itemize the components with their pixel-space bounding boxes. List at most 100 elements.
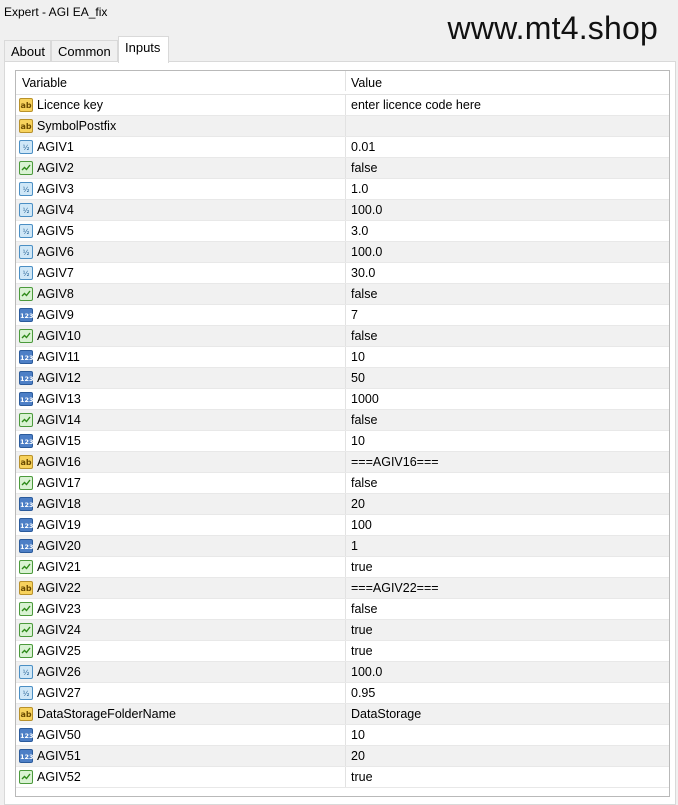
inputs-panel: Variable Value ab Licence key enter licenc… [4, 61, 676, 805]
table-row[interactable]: 123 AGIV13 1000 [16, 389, 669, 410]
variable-value-cell[interactable]: ===AGIV22=== [345, 578, 669, 598]
double-type-icon: ½ [19, 665, 33, 679]
variable-value-cell[interactable]: true [345, 620, 669, 640]
column-header-variable[interactable]: Variable [22, 71, 340, 91]
string-type-icon: ab [19, 707, 33, 721]
table-row[interactable]: ½ AGIV7 30.0 [16, 263, 669, 284]
table-row[interactable]: 123 AGIV15 10 [16, 431, 669, 452]
variable-name-cell: AGIV14 [37, 413, 81, 427]
variable-value-cell[interactable]: 100.0 [345, 662, 669, 682]
table-row[interactable]: AGIV24 true [16, 620, 669, 641]
variable-name-cell: AGIV21 [37, 560, 81, 574]
variable-value-cell[interactable]: 3.0 [345, 221, 669, 241]
variable-value-cell[interactable]: 100.0 [345, 242, 669, 262]
variable-value-cell[interactable]: false [345, 326, 669, 346]
variable-value-cell[interactable]: 7 [345, 305, 669, 325]
integer-type-icon: 123 [19, 728, 34, 742]
table-row[interactable]: ½ AGIV26 100.0 [16, 662, 669, 683]
variable-value-cell[interactable]: true [345, 767, 669, 787]
bool-type-icon [19, 329, 33, 343]
variable-name-cell: DataStorageFolderName [37, 707, 176, 721]
variable-value-cell[interactable]: 1000 [345, 389, 669, 409]
column-header-value[interactable]: Value [345, 71, 669, 91]
integer-type-icon: 123 [19, 518, 34, 532]
table-row[interactable]: ab AGIV22 ===AGIV22=== [16, 578, 669, 599]
table-row[interactable]: AGIV10 false [16, 326, 669, 347]
table-row[interactable]: 123 AGIV9 7 [16, 305, 669, 326]
variable-value-cell[interactable]: 10 [345, 431, 669, 451]
variable-value-cell[interactable]: 10 [345, 725, 669, 745]
variable-value-cell[interactable]: 20 [345, 494, 669, 514]
table-row[interactable]: 123 AGIV19 100 [16, 515, 669, 536]
variable-value-cell[interactable]: enter licence code here [345, 95, 669, 115]
variable-value-cell[interactable]: false [345, 473, 669, 493]
table-row[interactable]: ½ AGIV6 100.0 [16, 242, 669, 263]
variable-name-cell: AGIV26 [37, 665, 81, 679]
table-row[interactable]: ½ AGIV27 0.95 [16, 683, 669, 704]
tab-common[interactable]: Common [51, 40, 118, 62]
table-row[interactable]: AGIV14 false [16, 410, 669, 431]
variable-value-cell[interactable]: 20 [345, 746, 669, 766]
variable-value-cell[interactable]: false [345, 158, 669, 178]
variable-value-cell[interactable]: false [345, 410, 669, 430]
table-row[interactable]: ab SymbolPostfix [16, 116, 669, 137]
variable-value-cell[interactable]: false [345, 599, 669, 619]
table-row[interactable]: 123 AGIV11 10 [16, 347, 669, 368]
variable-name-cell: AGIV2 [37, 161, 74, 175]
variable-value-cell[interactable] [345, 116, 669, 136]
variable-name-cell: AGIV50 [37, 728, 81, 742]
table-row[interactable]: AGIV25 true [16, 641, 669, 662]
table-row[interactable]: 123 AGIV20 1 [16, 536, 669, 557]
double-type-icon: ½ [19, 686, 33, 700]
variable-value-cell[interactable]: true [345, 641, 669, 661]
variable-name-cell: AGIV24 [37, 623, 81, 637]
tab-inputs[interactable]: Inputs [118, 36, 169, 63]
table-row[interactable]: AGIV23 false [16, 599, 669, 620]
variable-value-cell[interactable]: ===AGIV16=== [345, 452, 669, 472]
variable-value-cell[interactable]: 50 [345, 368, 669, 388]
table-row[interactable]: 123 AGIV50 10 [16, 725, 669, 746]
table-row[interactable]: 123 AGIV18 20 [16, 494, 669, 515]
variable-name-cell: AGIV7 [37, 266, 74, 280]
variable-value-cell[interactable]: 100.0 [345, 200, 669, 220]
table-row[interactable]: ab AGIV16 ===AGIV16=== [16, 452, 669, 473]
variable-name-cell: AGIV9 [37, 308, 74, 322]
variable-name-cell: AGIV13 [37, 392, 81, 406]
tab-about[interactable]: About [4, 40, 51, 62]
table-row[interactable]: AGIV17 false [16, 473, 669, 494]
table-row[interactable]: ½ AGIV3 1.0 [16, 179, 669, 200]
table-header: Variable Value [16, 71, 669, 95]
table-row[interactable]: AGIV52 true [16, 767, 669, 788]
integer-type-icon: 123 [19, 350, 34, 364]
table-row[interactable]: 123 AGIV12 50 [16, 368, 669, 389]
variable-value-cell[interactable]: 1 [345, 536, 669, 556]
variable-name-cell: AGIV22 [37, 581, 81, 595]
string-type-icon: ab [19, 581, 33, 595]
table-row[interactable]: ½ AGIV5 3.0 [16, 221, 669, 242]
table-row[interactable]: 123 AGIV51 20 [16, 746, 669, 767]
window-title: Expert - AGI EA_fix [4, 5, 108, 19]
variable-value-cell[interactable]: DataStorage [345, 704, 669, 724]
variable-name-cell: AGIV12 [37, 371, 81, 385]
variable-value-cell[interactable]: 0.95 [345, 683, 669, 703]
table-row[interactable]: ½ AGIV1 0.01 [16, 137, 669, 158]
variable-value-cell[interactable]: 10 [345, 347, 669, 367]
variable-value-cell[interactable]: 0.01 [345, 137, 669, 157]
table-row[interactable]: AGIV2 false [16, 158, 669, 179]
table-row[interactable]: AGIV8 false [16, 284, 669, 305]
variable-value-cell[interactable]: 100 [345, 515, 669, 535]
table-row[interactable]: AGIV21 true [16, 557, 669, 578]
variable-name-cell: AGIV27 [37, 686, 81, 700]
string-type-icon: ab [19, 119, 33, 133]
variable-value-cell[interactable]: true [345, 557, 669, 577]
table-row[interactable]: ab Licence key enter licence code here [16, 95, 669, 116]
variable-name-cell: AGIV5 [37, 224, 74, 238]
variable-value-cell[interactable]: false [345, 284, 669, 304]
variable-name-cell: AGIV23 [37, 602, 81, 616]
variable-value-cell[interactable]: 1.0 [345, 179, 669, 199]
table-row[interactable]: ab DataStorageFolderName DataStorage [16, 704, 669, 725]
table-row[interactable]: ½ AGIV4 100.0 [16, 200, 669, 221]
variable-name-cell: AGIV3 [37, 182, 74, 196]
bool-type-icon [19, 476, 33, 490]
variable-value-cell[interactable]: 30.0 [345, 263, 669, 283]
